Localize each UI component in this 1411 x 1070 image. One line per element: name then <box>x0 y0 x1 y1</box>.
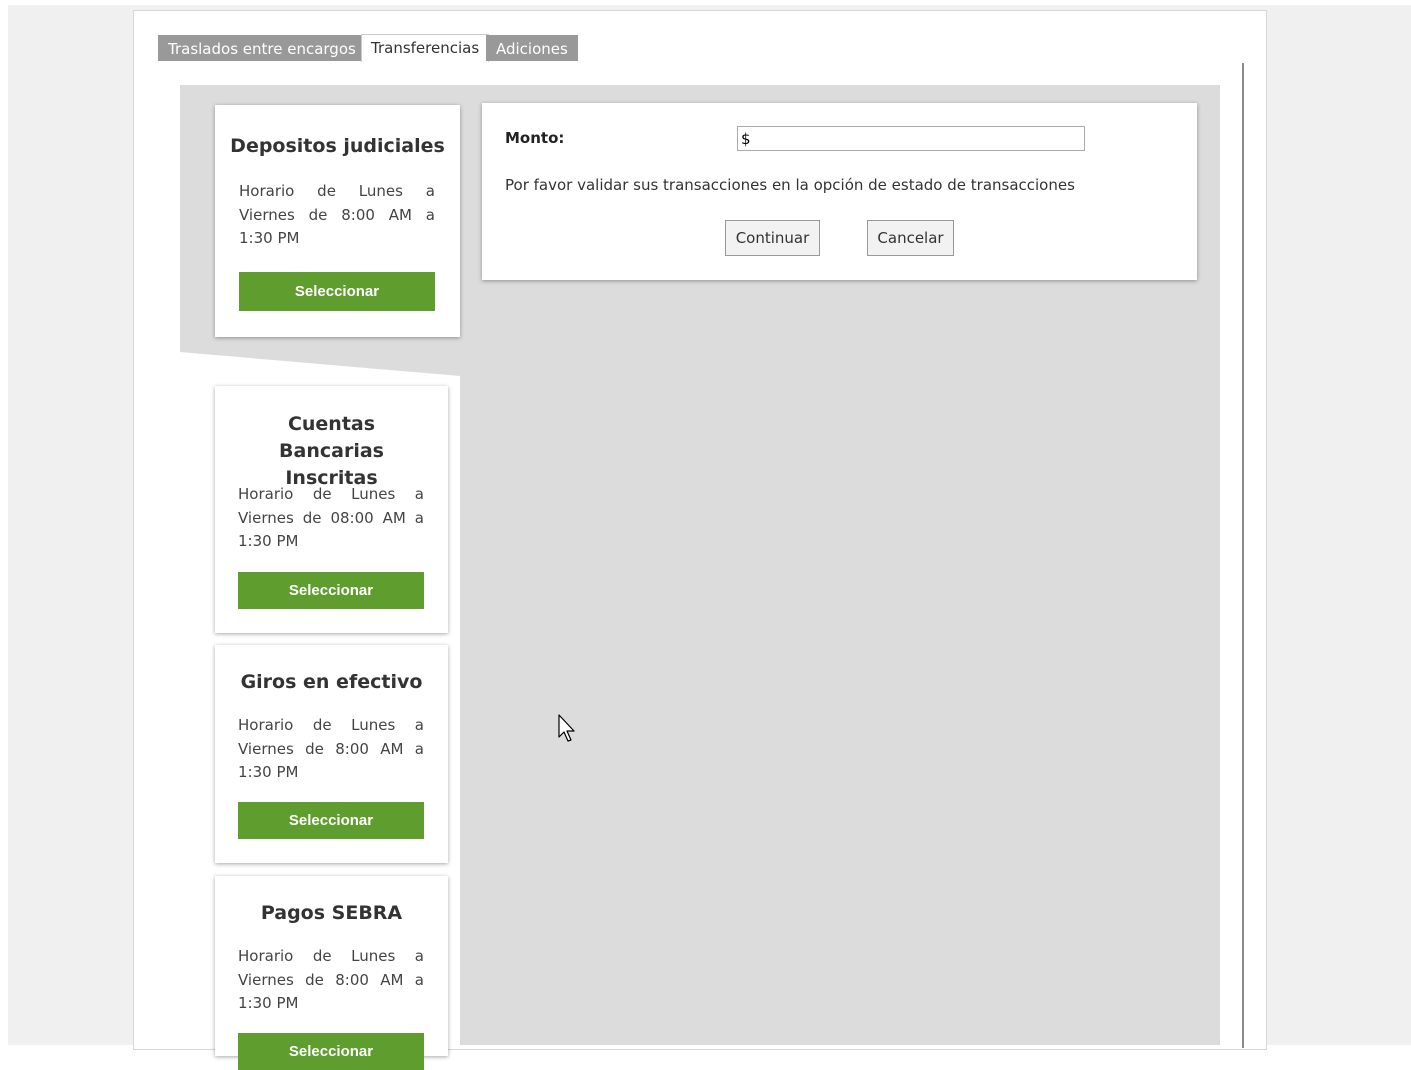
select-button-giros[interactable]: Seleccionar <box>238 802 424 839</box>
card-title: Cuentas Bancarias Inscritas <box>279 413 384 489</box>
card-schedule: Horario de Lunes a Viernes de 8:00 AM a … <box>239 182 435 247</box>
card-schedule: Horario de Lunes a Viernes de 8:00 AM a … <box>238 947 424 1012</box>
mouse-cursor-icon <box>558 714 575 742</box>
card-cuentas-bancarias: Cuentas Bancarias Inscritas Horario de L… <box>215 386 448 633</box>
card-title: Pagos SEBRA <box>260 902 403 924</box>
tab-traslados[interactable]: Traslados entre encargos <box>158 35 366 61</box>
transfer-form: Monto: Por favor validar sus transaccion… <box>482 103 1197 280</box>
amount-input[interactable] <box>737 126 1085 151</box>
panel-scroll-divider <box>1242 63 1244 1048</box>
amount-label: Monto: <box>505 129 565 147</box>
select-button-depositos[interactable]: Seleccionar <box>239 272 435 311</box>
card-title: Depositos judiciales <box>230 135 445 157</box>
card-depositos-judiciales: Depositos judiciales Horario de Lunes a … <box>215 105 460 337</box>
validation-note: Por favor validar sus transacciones en l… <box>505 176 1075 194</box>
card-pagos-sebra: Pagos SEBRA Horario de Lunes a Viernes d… <box>215 876 448 1070</box>
select-button-cuentas[interactable]: Seleccionar <box>238 572 424 609</box>
card-schedule: Horario de Lunes a Viernes de 8:00 AM a … <box>238 716 424 781</box>
tab-adiciones[interactable]: Adiciones <box>486 35 578 61</box>
cancel-button[interactable]: Cancelar <box>867 220 954 256</box>
select-button-sebra[interactable]: Seleccionar <box>238 1033 424 1070</box>
card-title: Giros en efectivo <box>240 671 423 693</box>
continue-button[interactable]: Continuar <box>725 220 820 256</box>
card-giros-efectivo: Giros en efectivo Horario de Lunes a Vie… <box>215 645 448 863</box>
card-schedule: Horario de Lunes a Viernes de 08:00 AM a… <box>238 485 424 550</box>
tab-transferencias[interactable]: Transferencias <box>361 34 490 62</box>
